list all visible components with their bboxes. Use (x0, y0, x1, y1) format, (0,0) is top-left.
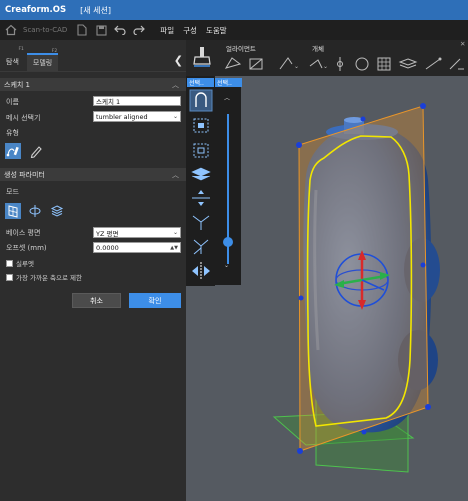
cancel-button[interactable]: 취소 (72, 293, 121, 308)
plane-grid-icon (8, 205, 18, 218)
tab-explore-label: 탐색 (6, 58, 19, 66)
chevron-down-icon: ⌄ (172, 113, 178, 120)
mode-plane-button[interactable] (5, 203, 21, 219)
silhouette-label: 실루엣 (16, 260, 34, 268)
plane-corner-handle (425, 404, 431, 410)
offset-label: 오프셋 (mm) (6, 244, 47, 252)
sketch-type-line-button[interactable] (28, 143, 44, 159)
nearest-axis-label: 가장 가까운 축으로 제한 (16, 274, 82, 282)
menu-config[interactable]: 구성 (183, 25, 197, 36)
menu-file[interactable]: 파일 (160, 25, 174, 36)
app-name: Creaform.OS (5, 5, 67, 15)
plane-corner-handle (420, 103, 426, 109)
mesh-selector-value: tumbler aligned (96, 112, 148, 121)
scan-to-cad-label[interactable]: Scan-to-CAD (23, 26, 67, 34)
tab-explore-shortcut: F1 (18, 47, 24, 52)
sketch-section-header[interactable]: 스케치 1 ︿ (0, 78, 186, 91)
type-label: 유형 (6, 129, 19, 137)
tab-modeling-shortcut: F2 (51, 49, 58, 54)
3d-viewport[interactable]: 얼라이먼트 개체 ✕ ⌄ ⌄ 선택.. 선택.. ︿ ⌄ (186, 40, 468, 501)
tab-explore[interactable]: 탐색 F1 (0, 47, 25, 71)
chevron-up-icon[interactable]: ︿ (172, 170, 179, 180)
chevron-up-icon[interactable]: ︿ (172, 80, 179, 90)
plane-corner-handle (297, 448, 303, 454)
tab-modeling[interactable]: 모델링 F2 (26, 49, 59, 71)
name-label: 이름 (6, 98, 19, 106)
save-icon[interactable] (94, 23, 108, 37)
nearest-axis-checkbox-row[interactable]: 가장 가까운 축으로 제한 (6, 272, 82, 282)
collapse-panel-icon[interactable]: ❮ (174, 54, 183, 67)
sketch-section-title: 스케치 1 (4, 80, 30, 89)
base-plane-value: YZ 평면 (96, 229, 119, 238)
creation-params-title: 생성 파라미터 (4, 170, 45, 179)
name-input[interactable]: 스케치 1 (93, 96, 181, 106)
mode-label: 모드 (6, 188, 19, 196)
chevron-down-icon: ⌄ (172, 229, 178, 236)
silhouette-checkbox-row[interactable]: 실루엣 (6, 258, 34, 268)
menu-help[interactable]: 도움말 (206, 25, 227, 36)
spinner-icon[interactable]: ▲▼ (170, 245, 178, 251)
offset-input[interactable]: 0.0000 ▲▼ (93, 242, 181, 253)
left-panel: 탐색 F1 모델링 F2 ❮ 스케치 1 ︿ 이름 스케치 1 메시 선택기 t… (0, 40, 186, 501)
home-icon[interactable] (4, 23, 18, 37)
sketch-type-freeform-button[interactable] (5, 143, 21, 159)
panel-tabs: 탐색 F1 모델링 F2 (0, 47, 186, 72)
silhouette-checkbox[interactable] (6, 259, 13, 267)
creation-params-header[interactable]: 생성 파라미터 ︿ (0, 168, 186, 181)
main-toolbar: Scan-to-CAD 파일 구성 도움말 (0, 20, 468, 40)
undo-icon[interactable] (113, 23, 127, 37)
pen-curve-icon (6, 146, 19, 157)
revolve-icon (29, 205, 41, 217)
title-bar: Creaform.OS [새 세션] (0, 0, 468, 20)
new-file-icon[interactable] (75, 23, 89, 37)
session-name: [새 세션] (80, 5, 111, 15)
redo-icon[interactable] (132, 23, 146, 37)
mesh-selector-label: 메시 선택기 (6, 114, 41, 122)
tab-modeling-label: 모델링 (32, 59, 53, 67)
offset-value: 0.0000 (96, 243, 119, 252)
scene-canvas (272, 103, 440, 473)
plane-corner-handle (296, 142, 302, 148)
mode-layers-button[interactable] (49, 203, 65, 219)
base-plane-label: 베이스 평면 (6, 229, 41, 237)
layers-icon (50, 205, 64, 217)
pencil-icon (30, 146, 42, 158)
ok-button[interactable]: 확인 (129, 293, 181, 308)
nearest-axis-checkbox[interactable] (6, 273, 13, 281)
mesh-selector-dropdown[interactable]: tumbler aligned ⌄ (93, 111, 181, 122)
base-plane-dropdown[interactable]: YZ 평면 ⌄ (93, 227, 181, 238)
mode-revolve-button[interactable] (27, 203, 43, 219)
